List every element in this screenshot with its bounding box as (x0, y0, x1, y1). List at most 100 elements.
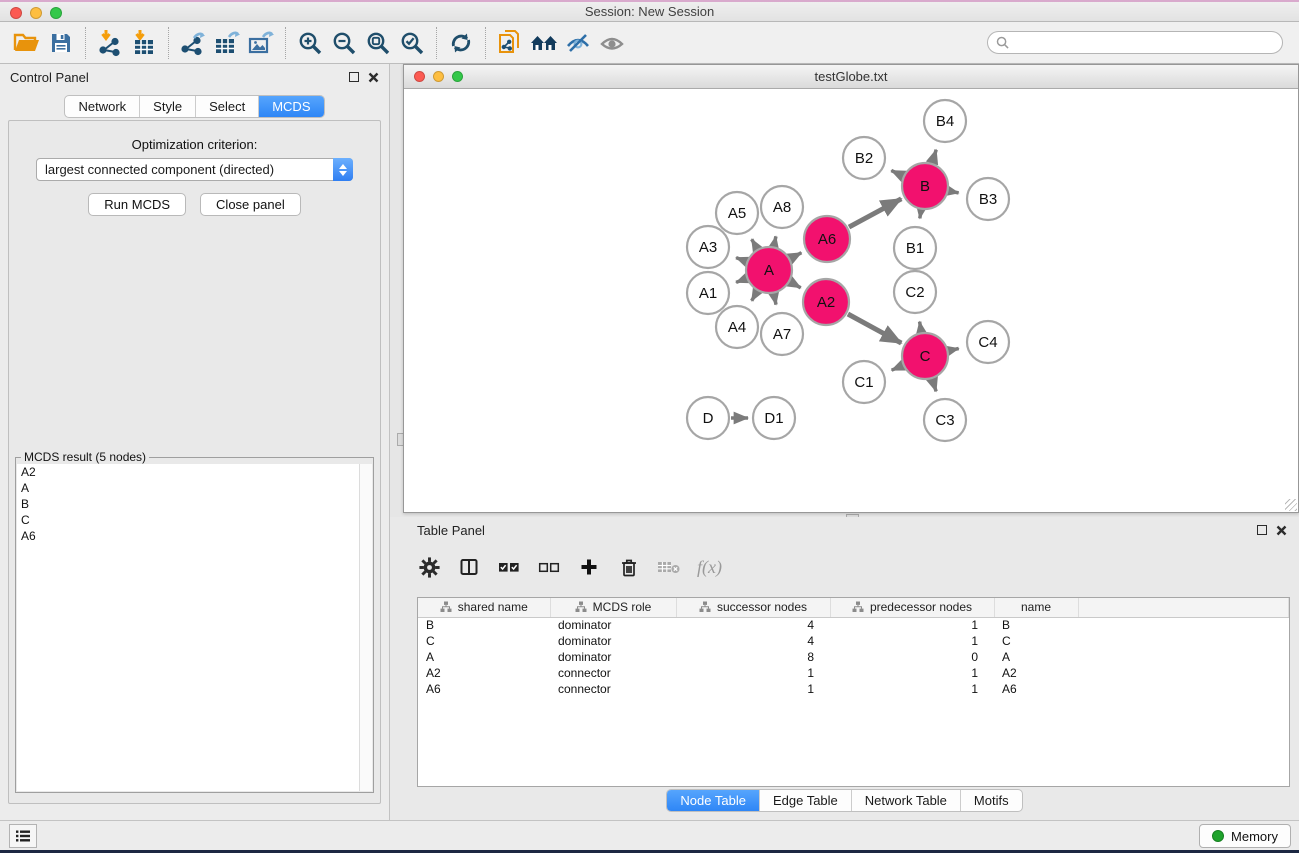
import-network-icon[interactable] (93, 26, 127, 60)
graph-edge-B-B4[interactable] (932, 150, 936, 162)
delete-column-icon[interactable] (617, 555, 641, 579)
graph-node-A1[interactable]: A1 (687, 272, 729, 314)
graph-edge-A-A3[interactable] (736, 258, 746, 262)
graph-edge-B-B2[interactable] (891, 171, 902, 176)
graph-node-B3[interactable]: B3 (967, 178, 1009, 220)
export-network-icon[interactable] (176, 26, 210, 60)
run-mcds-button[interactable]: Run MCDS (88, 193, 186, 216)
graph-edge-A2-C[interactable] (848, 314, 901, 343)
maximize-network-button[interactable] (452, 71, 463, 82)
graph-node-B2[interactable]: B2 (843, 137, 885, 179)
close-network-button[interactable] (414, 71, 425, 82)
home-view-icon[interactable] (527, 26, 561, 60)
open-session-icon[interactable] (10, 26, 44, 60)
export-image-icon[interactable] (244, 26, 278, 60)
task-history-button[interactable] (9, 824, 37, 848)
graph-edge-C-C3[interactable] (933, 380, 937, 392)
tab-network[interactable]: Network (65, 96, 139, 117)
graph-edge-A-A2[interactable] (791, 282, 801, 288)
tab-edge-table[interactable]: Edge Table (759, 790, 851, 811)
window-resize-grip[interactable] (1285, 499, 1297, 511)
column-header[interactable]: shared name (418, 598, 550, 617)
graph-node-C2[interactable]: C2 (894, 271, 936, 313)
result-item[interactable]: B (17, 496, 372, 512)
graph-node-A2[interactable]: A2 (803, 279, 849, 325)
search-field[interactable] (987, 31, 1283, 54)
column-header[interactable]: name (994, 598, 1078, 617)
column-header[interactable]: predecessor nodes (830, 598, 994, 617)
result-item[interactable]: C (17, 512, 372, 528)
graph-edge-A-A7[interactable] (774, 295, 776, 305)
result-item[interactable]: A (17, 480, 372, 496)
minimize-window-button[interactable] (30, 7, 42, 19)
graph-node-B1[interactable]: B1 (894, 227, 936, 269)
search-input[interactable] (1014, 36, 1274, 50)
graph-node-A[interactable]: A (746, 247, 792, 293)
result-item[interactable]: A2 (17, 464, 372, 480)
show-graphics-icon[interactable] (595, 26, 629, 60)
refresh-layout-icon[interactable] (444, 26, 478, 60)
graph-edge-A-A8[interactable] (774, 236, 776, 245)
graph-node-A5[interactable]: A5 (716, 192, 758, 234)
graph-edge-A-A4[interactable] (752, 292, 757, 301)
graph-node-A3[interactable]: A3 (687, 226, 729, 268)
save-session-icon[interactable] (44, 26, 78, 60)
column-header[interactable]: MCDS role (550, 598, 676, 617)
node-table[interactable]: shared nameMCDS rolesuccessor nodesprede… (417, 597, 1290, 787)
graph-node-C1[interactable]: C1 (843, 361, 885, 403)
graph-node-C[interactable]: C (902, 333, 948, 379)
graph-edge-C-C1[interactable] (892, 366, 902, 370)
graph-node-C3[interactable]: C3 (924, 399, 966, 441)
float-table-panel-icon[interactable] (1257, 525, 1267, 535)
tab-motifs[interactable]: Motifs (960, 790, 1022, 811)
add-column-icon[interactable] (577, 555, 601, 579)
table-row[interactable]: Bdominator41B (418, 617, 1289, 633)
graph-node-A7[interactable]: A7 (761, 313, 803, 355)
deselect-all-icon[interactable] (537, 555, 561, 579)
criterion-select[interactable]: largest connected component (directed) (36, 158, 353, 181)
zoom-out-icon[interactable] (327, 26, 361, 60)
graph-node-B[interactable]: B (902, 163, 948, 209)
table-row[interactable]: A2connector11A2 (418, 665, 1289, 681)
graph-edge-A-A5[interactable] (752, 239, 757, 248)
graph-edge-A6-B[interactable] (849, 199, 901, 227)
graph-edge-A-A6[interactable] (791, 253, 801, 259)
tab-style[interactable]: Style (139, 96, 195, 117)
maximize-window-button[interactable] (50, 7, 62, 19)
graph-node-A8[interactable]: A8 (761, 186, 803, 228)
graph-edge-C-C4[interactable] (949, 349, 958, 351)
graph-node-B4[interactable]: B4 (924, 100, 966, 142)
settings-gear-icon[interactable] (417, 555, 441, 579)
column-view-icon[interactable] (457, 555, 481, 579)
float-panel-icon[interactable] (349, 72, 359, 82)
hide-graphics-icon[interactable] (561, 26, 595, 60)
graph-node-D1[interactable]: D1 (753, 397, 795, 439)
result-scrollbar[interactable] (359, 464, 372, 791)
zoom-selected-icon[interactable] (395, 26, 429, 60)
tab-node-table[interactable]: Node Table (667, 790, 759, 811)
table-row[interactable]: Adominator80A (418, 649, 1289, 665)
tab-select[interactable]: Select (195, 96, 258, 117)
graph-edge-C-C2[interactable] (920, 322, 922, 332)
tab-network-table[interactable]: Network Table (851, 790, 960, 811)
select-all-icon[interactable] (497, 555, 521, 579)
zoom-fit-icon[interactable] (361, 26, 395, 60)
close-window-button[interactable] (10, 7, 22, 19)
memory-button[interactable]: Memory (1199, 824, 1291, 848)
clone-network-icon[interactable] (493, 26, 527, 60)
graph-node-A6[interactable]: A6 (804, 216, 850, 262)
graph-node-A4[interactable]: A4 (716, 306, 758, 348)
zoom-in-icon[interactable] (293, 26, 327, 60)
graph-edge-B-B3[interactable] (950, 191, 959, 193)
export-table-icon[interactable] (210, 26, 244, 60)
graph-edge-A-A1[interactable] (736, 279, 746, 283)
close-panel-icon[interactable] (368, 72, 379, 83)
result-item[interactable]: A6 (17, 528, 372, 544)
graph-node-C4[interactable]: C4 (967, 321, 1009, 363)
mcds-result-list[interactable]: A2ABCA6 (17, 464, 372, 791)
column-header[interactable]: successor nodes (676, 598, 830, 617)
network-window-titlebar[interactable]: testGlobe.txt (404, 65, 1298, 89)
close-table-panel-icon[interactable] (1276, 525, 1287, 536)
table-row[interactable]: Cdominator41C (418, 633, 1289, 649)
minimize-network-button[interactable] (433, 71, 444, 82)
